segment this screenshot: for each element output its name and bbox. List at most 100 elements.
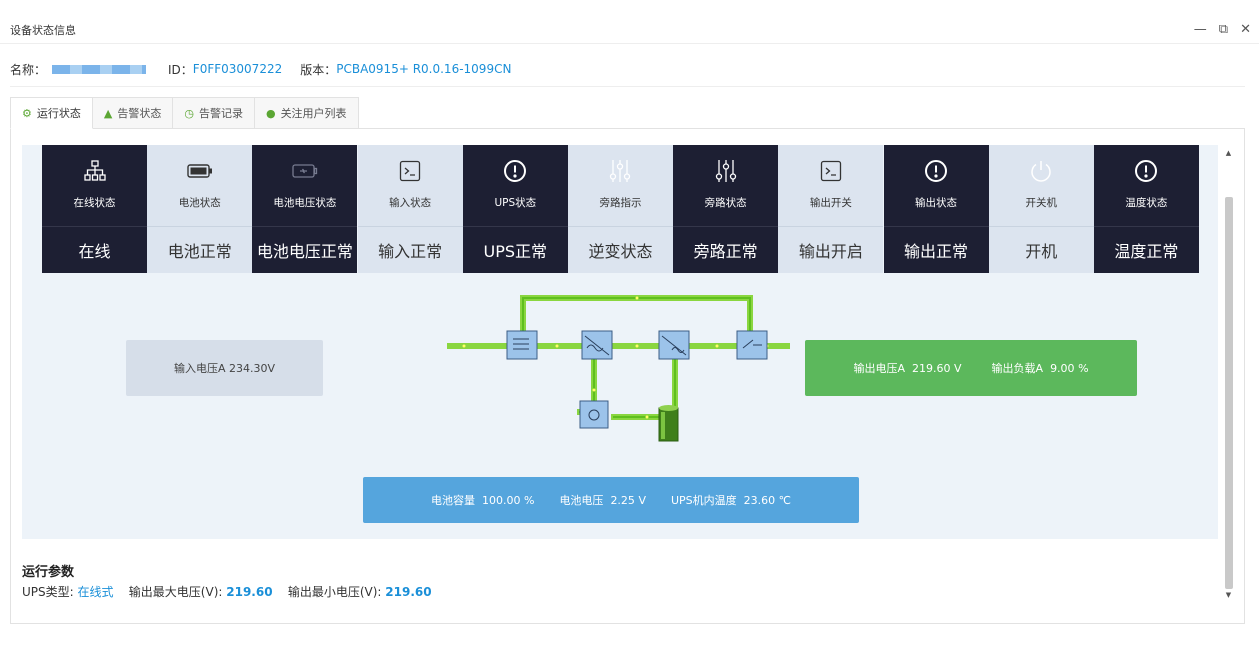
status-tile-header: 在线状态 [42,145,148,226]
battery-icon [187,157,213,185]
terminal-icon [820,157,842,185]
status-tiles: 在线状态 在线 电池状态 电池正常 电池电压状态 电池电压正常 输入状态 输入正常 UPS状态 U… [42,145,1199,273]
status-tile-caption: 电池电压状态 [273,197,337,209]
scroll-up-icon[interactable]: ▲ [1224,149,1233,161]
min-voltage-value: 219.60 [385,585,432,599]
run-params: 运行参数 UPS类型: 在线式 输出最大电压(V): 219.60 输出最小电压… [22,561,432,600]
alert-circle-icon [503,157,527,185]
status-tile-value: 输出正常 [883,226,989,273]
power-icon [1029,157,1053,185]
sliders-icon [609,157,631,185]
battery-voltage-label: 电池电压 [559,494,604,507]
status-tile: 输出状态 输出正常 [883,145,989,273]
status-tile-header: 输出开关 [778,145,884,226]
status-area: 在线状态 在线 电池状态 电池正常 电池电压状态 电池电压正常 输入状态 输入正常 UPS状态 U… [22,145,1218,539]
status-tile-value: 输入正常 [357,226,463,273]
minimize-icon[interactable]: — [1194,22,1207,38]
close-icon[interactable]: ✕ [1240,22,1251,38]
output-voltage-value: 219.60 [912,362,951,375]
status-tile-caption: 旁路状态 [704,197,747,209]
device-version-label: 版本： [300,62,337,77]
tab-followers[interactable]: ● 关注用户列表 [253,97,359,128]
ups-temperature-value: 23.60 [743,494,776,507]
device-version-value: PCBA0915+ R0.0.16-1099CN [336,62,512,76]
warning-icon: ▲ [103,106,113,120]
status-tile-header: 电池电压状态 [252,145,358,226]
status-tile-header: UPS状态 [462,145,568,226]
min-voltage-label: 输出最小电压(V): [287,585,382,599]
params-heading: 运行参数 [22,565,75,580]
status-tile-header: 电池状态 [147,145,253,226]
status-tile-value: 在线 [42,226,148,273]
status-tile-value: 旁路正常 [673,226,779,273]
status-tile: 输出开关 输出开启 [778,145,884,273]
status-tile-caption: 输出状态 [915,197,958,209]
alert-circle-icon [924,157,948,185]
ups-flow-diagram [447,295,790,442]
status-tile-caption: 电池状态 [178,197,221,209]
scroll-down-icon[interactable]: ▼ [1224,591,1233,603]
ups-temperature-unit: ℃ [778,494,791,507]
input-voltage-unit: V [267,361,276,375]
tab-run-status[interactable]: ⚙ 运行状态 [10,97,93,129]
battery-charge-icon [292,157,318,185]
status-tile-value: 温度正常 [1093,226,1199,273]
status-tile-value: UPS正常 [462,226,568,273]
status-tile-caption: 开关机 [1025,197,1057,209]
status-tile-caption: UPS状态 [494,197,537,209]
input-voltage-label: 输入电压A [173,362,226,375]
ups-temperature-label: UPS机内温度 [670,494,737,507]
status-tile-value: 开机 [988,226,1094,273]
status-tile-header: 开关机 [988,145,1094,226]
status-tile: 输入状态 输入正常 [357,145,463,273]
status-tile: 在线状态 在线 [42,145,148,273]
sliders-icon [715,157,737,185]
output-load-label: 输出负载A [991,362,1044,375]
battery-capacity-unit: % [523,494,535,507]
wechat-icon: ● [265,106,276,120]
output-load-value: 9.00 [1050,362,1075,375]
battery-capacity: 电池容量 100.00 % [431,492,534,508]
scroll-thumb[interactable] [1225,197,1233,589]
status-tile: UPS状态 UPS正常 [462,145,568,273]
status-tile-value: 电池正常 [147,226,253,273]
device-info-bar: 名称： ID： F0FF03007222 版本： PCBA0915+ R0.0.… [10,56,511,82]
max-voltage-label: 输出最大电压(V): [128,585,223,599]
status-tile-value: 输出开启 [778,226,884,273]
device-id-value: F0FF03007222 [192,62,283,76]
battery-voltage-unit: V [638,494,646,507]
clock-icon: ◷ [184,106,194,120]
status-tile-value: 电池电压正常 [252,226,358,273]
status-tile-header: 旁路指示 [567,145,674,226]
divider [10,86,1245,87]
tab-label: 运行状态 [36,107,81,120]
battery-voltage-value: 2.25 [610,494,635,507]
status-tile: 电池电压状态电池电压正常 [252,145,358,273]
status-tile: 旁路状态 旁路正常 [673,145,779,273]
output-load: 输出负载A 9.00 % [992,360,1089,376]
status-tile: 温度状态 温度正常 [1093,145,1199,273]
tab-label: 告警状态 [117,107,162,120]
tab-bar: ⚙ 运行状态 ▲ 告警状态 ◷ 告警记录 ● 关注用户列表 [10,97,359,129]
ups-type-label: UPS类型: [22,585,74,599]
input-voltage-value: 234.30 [229,361,268,375]
tab-label: 关注用户列表 [280,107,347,120]
battery-capacity-label: 电池容量 [430,494,475,507]
window-titlebar: 设备状态信息 — ⧉ ✕ [0,0,1259,44]
restore-icon[interactable]: ⧉ [1219,22,1228,38]
output-voltage: 输出电压A 219.60 V [853,360,961,376]
vertical-scrollbar[interactable]: ▲ ▼ [1221,145,1236,607]
tab-alarm-status[interactable]: ▲ 告警状态 [91,97,174,128]
status-tile: 开关机 开机 [988,145,1094,273]
status-tile-caption: 温度状态 [1125,197,1168,209]
tab-label: 告警记录 [198,107,243,120]
tab-alarm-records[interactable]: ◷ 告警记录 [172,97,255,128]
device-name-label: 名称： [10,62,47,77]
status-tile-caption: 在线状态 [73,197,116,209]
device-id-label: ID： [168,62,193,77]
ups-type-value: 在线式 [77,585,114,599]
status-tile: 电池状态 电池正常 [147,145,253,273]
status-tile-header: 输入状态 [357,145,463,226]
window-controls: — ⧉ ✕ [1194,22,1251,38]
output-voltage-label: 输出电压A [853,362,905,375]
